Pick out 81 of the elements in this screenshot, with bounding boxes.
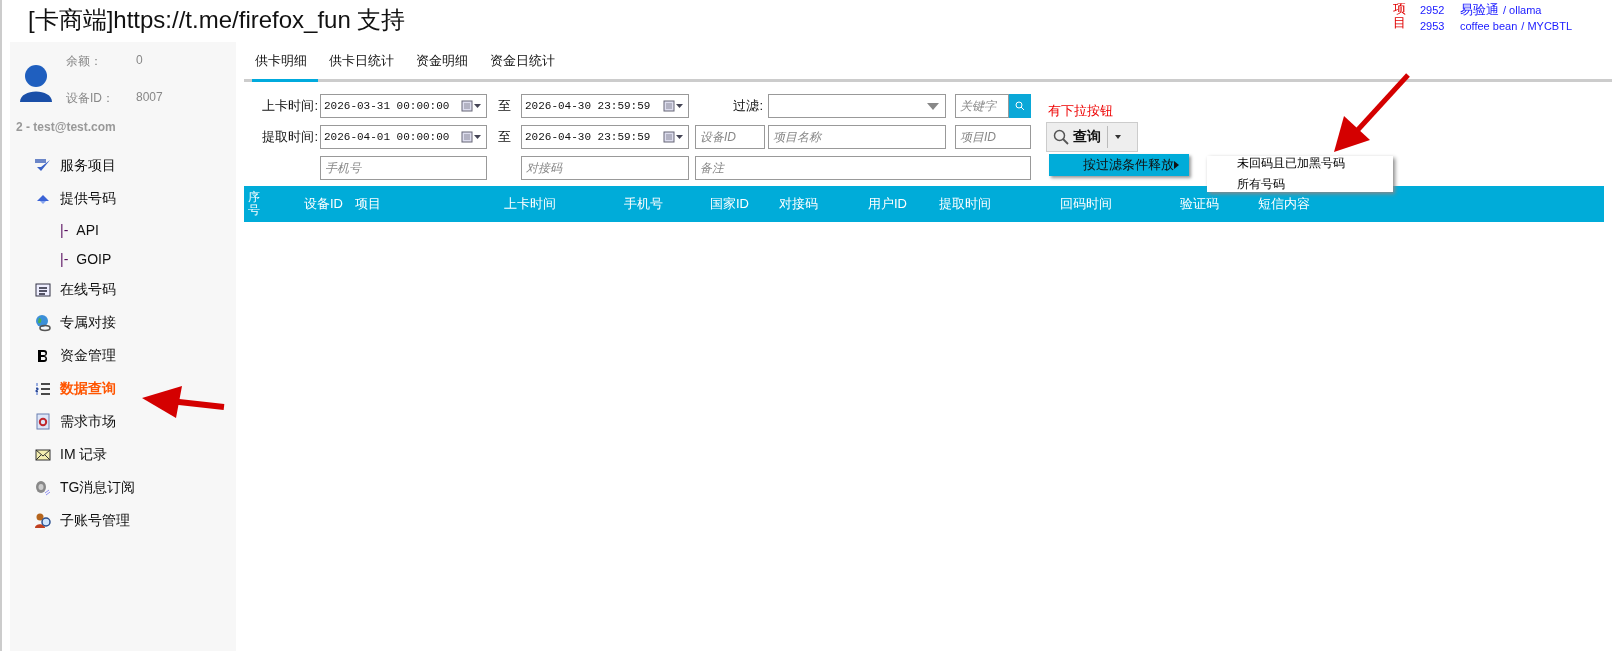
page-title: [卡商端]https://t.me/firefox_fun 支持 — [28, 5, 406, 35]
field-label: 上卡时间: — [261, 97, 319, 115]
annotation-note: 有下拉按钮 — [1048, 102, 1113, 120]
account-label: 2 - test@test.com — [16, 120, 117, 134]
project-owner: / ollama — [1502, 4, 1542, 16]
submenu-item[interactable]: 所有号码 — [1237, 176, 1393, 193]
person-search-icon — [34, 511, 52, 530]
field-label: 过滤: — [732, 97, 764, 115]
calendar-icon — [461, 131, 483, 143]
column-header: 验证码 — [1179, 195, 1220, 213]
list-icon — [34, 282, 52, 297]
project-link[interactable]: coffee bean — [1459, 20, 1518, 32]
field-label: 提取时间: — [261, 128, 319, 146]
calendar-icon — [663, 100, 685, 112]
menu-item[interactable]: 按过滤条件释放 — [1049, 154, 1189, 176]
nav-subitem[interactable]: GOIP — [76, 250, 112, 267]
nav-item[interactable]: 子账号管理 — [10, 504, 236, 537]
column-header: 提取时间 — [938, 195, 992, 213]
input-field[interactable]: 关键字 — [955, 94, 1009, 118]
nav-item[interactable]: 需求市场 — [10, 405, 236, 438]
nav-subitem[interactable]: API — [76, 221, 99, 238]
input-field[interactable]: 项目ID — [955, 125, 1031, 149]
column-header: 对接码 — [778, 195, 819, 213]
input-field[interactable]: 设备ID — [695, 125, 765, 149]
range-separator: 至 — [496, 97, 512, 115]
column-header: 序号 — [247, 190, 260, 218]
nav-item[interactable]: 提供号码 — [10, 182, 236, 215]
tab[interactable]: 资金日统计 — [487, 46, 566, 82]
tab[interactable]: 资金明细 — [413, 46, 479, 82]
column-header: 短信内容 — [1257, 195, 1311, 213]
envelope-icon — [34, 448, 52, 461]
column-header: 项目 — [354, 195, 382, 213]
submenu-arrow-icon — [1174, 161, 1179, 169]
calendar-icon — [663, 131, 685, 143]
nav-item[interactable]: 专属对接 — [10, 306, 236, 339]
column-header: 国家ID — [709, 195, 750, 213]
date-field[interactable]: 2026-04-30 23:59:59 — [521, 94, 689, 118]
input-field[interactable]: 项目名称 — [768, 125, 946, 149]
search-icon — [1015, 101, 1025, 111]
column-header: 用户ID — [867, 195, 908, 213]
balance-value: 0 — [136, 53, 144, 69]
column-header: 上卡时间 — [503, 195, 557, 213]
news-label: 项目 — [1392, 2, 1406, 32]
project-link[interactable]: 易验通 — [1459, 1, 1499, 19]
column-header: 手机号 — [623, 195, 664, 213]
query-button[interactable]: 查询 — [1046, 122, 1138, 152]
search-icon — [1053, 129, 1069, 145]
nav-item[interactable]: 在线号码 — [10, 273, 236, 306]
date-field[interactable]: 2026-04-01 00:00:00 — [320, 125, 487, 149]
project-owner: / MYCBTL — [1521, 20, 1572, 32]
project-id: 2953 — [1419, 20, 1446, 32]
globe-icon — [34, 313, 52, 332]
date-field[interactable]: 2026-04-30 23:59:59 — [521, 125, 689, 149]
document-icon — [34, 413, 52, 430]
submenu-item[interactable]: 未回码且已加黑号码 — [1237, 155, 1393, 172]
tab[interactable]: 供卡明细 — [252, 46, 318, 82]
numbered-list-icon — [34, 381, 52, 396]
column-header: 回码时间 — [1059, 195, 1113, 213]
tree-marker: |- — [60, 250, 69, 267]
input-field[interactable]: 手机号 — [320, 156, 487, 180]
search-button[interactable] — [1009, 94, 1031, 118]
tab[interactable]: 供卡日统计 — [326, 46, 405, 82]
nav-item[interactable]: TG消息订阅 — [10, 471, 236, 504]
input-field[interactable]: 对接码 — [521, 156, 689, 180]
calendar-icon — [461, 100, 483, 112]
tree-marker: |- — [60, 221, 69, 238]
dropdown-caret-icon — [927, 102, 939, 110]
caret-icon — [1115, 135, 1121, 139]
nav-item[interactable]: 资金管理 — [10, 339, 236, 372]
range-separator: 至 — [496, 128, 512, 146]
filter-dropdown[interactable] — [768, 94, 946, 118]
input-field[interactable]: 备注 — [695, 156, 1031, 180]
nav-item[interactable]: 服务项目 — [10, 149, 236, 182]
column-header: 设备ID — [303, 195, 344, 213]
speaker-icon — [34, 479, 52, 496]
project-id: 2952 — [1419, 4, 1446, 16]
balance-label: 余额： — [66, 53, 103, 70]
device-value: 8007 — [136, 90, 163, 106]
device-label: 设备ID： — [66, 90, 115, 107]
nav-item[interactable]: IM 记录 — [10, 438, 236, 471]
date-field[interactable]: 2026-03-31 00:00:00 — [320, 94, 487, 118]
